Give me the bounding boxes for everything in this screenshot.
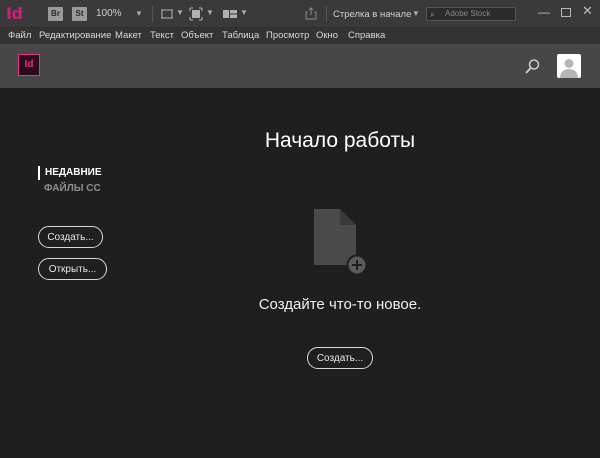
view-options-icon[interactable] bbox=[160, 7, 174, 21]
minimize-icon[interactable]: — bbox=[538, 5, 550, 19]
arrange-documents-dropdown-icon[interactable]: ▼ bbox=[240, 8, 248, 17]
app-bar: Id Br St 100% ▼ ▼ ▼ ▼ Стрелка в начале ▼… bbox=[0, 0, 600, 28]
sidebar-open-button[interactable]: Открыть... bbox=[38, 258, 107, 280]
menu-type[interactable]: Текст bbox=[150, 30, 174, 41]
menu-edit[interactable]: Редактирование bbox=[39, 30, 111, 41]
indesign-app-logo: Id bbox=[6, 4, 23, 23]
search-icon: ⌕ bbox=[430, 9, 436, 19]
screen-mode-icon[interactable] bbox=[189, 7, 203, 21]
menu-table[interactable]: Таблица bbox=[222, 30, 259, 41]
create-button[interactable]: Создать... bbox=[307, 347, 373, 369]
search-icon[interactable] bbox=[525, 58, 541, 74]
toolbar-divider bbox=[152, 6, 153, 22]
tab-recent[interactable]: НЕДАВНИЕ bbox=[38, 166, 102, 180]
indesign-logo: Id bbox=[18, 54, 40, 76]
tab-cc-files[interactable]: ФАЙЛЫ CC bbox=[44, 183, 101, 194]
sidebar-create-button[interactable]: Создать... bbox=[38, 226, 103, 248]
menu-help[interactable]: Справка bbox=[348, 30, 385, 41]
arrange-documents-icon[interactable] bbox=[222, 7, 238, 21]
home-header: Id bbox=[0, 44, 600, 88]
page-title: Начало работы bbox=[264, 129, 416, 152]
menu-view[interactable]: Просмотр bbox=[266, 30, 309, 41]
menu-bar: Файл Редактирование Макет Текст Объект Т… bbox=[0, 28, 600, 44]
maximize-icon[interactable] bbox=[561, 8, 571, 17]
view-options-dropdown-icon[interactable]: ▼ bbox=[176, 8, 184, 17]
create-new-text: Создайте что-то новое. bbox=[258, 296, 422, 313]
close-icon[interactable]: ✕ bbox=[582, 3, 593, 19]
workspace-dropdown-icon[interactable]: ▼ bbox=[412, 9, 420, 18]
menu-file[interactable]: Файл bbox=[8, 30, 31, 41]
menu-window[interactable]: Окно bbox=[316, 30, 338, 41]
zoom-dropdown-icon[interactable]: ▼ bbox=[135, 9, 143, 18]
adobe-stock-search-placeholder: Adobe Stock bbox=[445, 9, 491, 18]
menu-object[interactable]: Объект bbox=[181, 30, 213, 41]
workspace-switcher[interactable]: Стрелка в начале bbox=[333, 9, 411, 20]
adobe-stock-button[interactable]: St bbox=[72, 7, 87, 21]
adobe-stock-search[interactable]: ⌕ Adobe Stock bbox=[426, 7, 516, 21]
menu-layout[interactable]: Макет bbox=[115, 30, 142, 41]
new-document-icon bbox=[312, 209, 368, 276]
user-avatar[interactable] bbox=[557, 54, 581, 78]
share-icon[interactable] bbox=[305, 7, 317, 20]
screen-mode-dropdown-icon[interactable]: ▼ bbox=[206, 8, 214, 17]
toolbar-divider bbox=[326, 6, 327, 22]
home-main: НЕДАВНИЕ ФАЙЛЫ CC Создать... Открыть... … bbox=[0, 88, 600, 458]
bridge-button[interactable]: Br bbox=[48, 7, 63, 21]
zoom-level[interactable]: 100% bbox=[96, 8, 122, 19]
